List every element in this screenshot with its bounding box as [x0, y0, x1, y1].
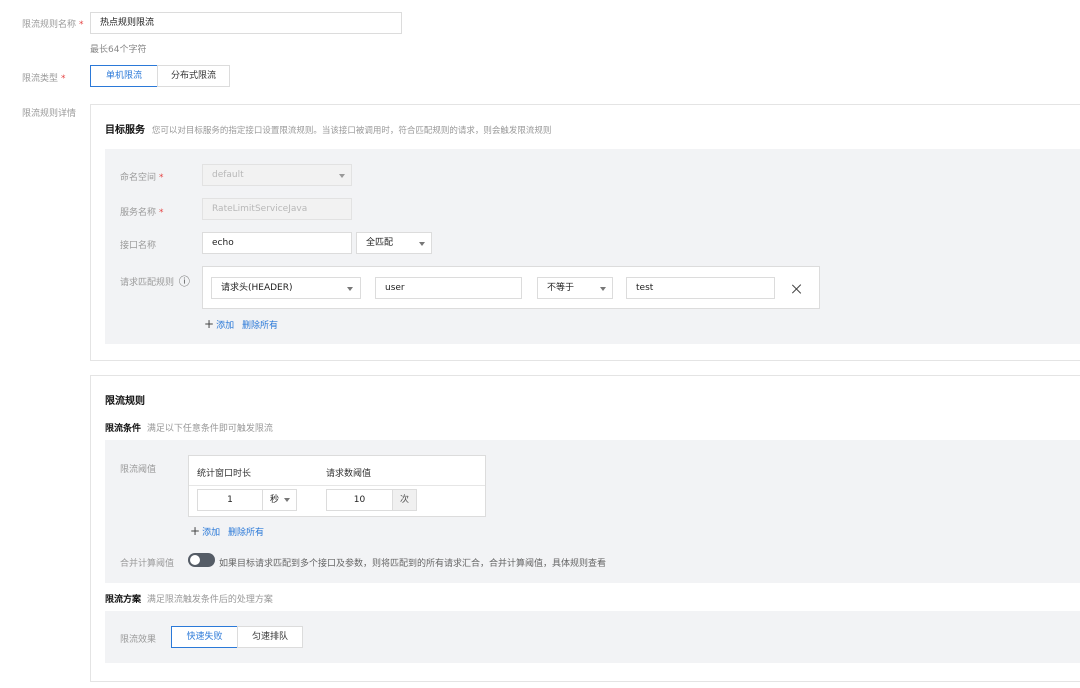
close-icon[interactable] — [792, 284, 802, 294]
limit-condition-title: 限流条件 — [105, 424, 142, 434]
required-mark: * — [159, 208, 164, 218]
count-value-input[interactable]: 10 — [326, 489, 393, 511]
delete-all-thresholds-link[interactable]: 删除所有 — [228, 528, 264, 538]
limit-plan-header: 限流方案 满足限流触发条件后的处理方案 — [105, 592, 273, 605]
match-key-input[interactable]: user — [375, 277, 522, 299]
threshold-label: 限流阈值 — [120, 465, 157, 475]
info-icon[interactable]: ⓘ — [179, 275, 190, 288]
plus-icon: + — [190, 524, 201, 538]
threshold-actions: + 添加 删除所有 — [190, 524, 264, 538]
col-window-header: 统计窗口时长 — [197, 469, 252, 479]
delete-all-match-rules-link[interactable]: 删除所有 — [242, 321, 278, 331]
add-threshold-link[interactable]: + 添加 — [190, 524, 220, 538]
type-distributed-button[interactable]: 分布式限流 — [157, 65, 230, 87]
limit-plan-title: 限流方案 — [105, 595, 142, 605]
rule-name-hint: 最长64个字符 — [90, 45, 147, 55]
required-mark: * — [79, 20, 84, 30]
interface-name-label: 接口名称 — [120, 241, 157, 251]
merge-threshold-toggle[interactable] — [188, 553, 215, 567]
limit-condition-header: 限流条件 满足以下任意条件即可触发限流 — [105, 421, 273, 434]
chevron-down-icon — [419, 242, 425, 246]
target-service-title: 目标服务 — [105, 125, 145, 136]
effect-fail-fast-button[interactable]: 快速失败 — [171, 626, 238, 648]
match-type-select[interactable]: 请求头(HEADER) — [211, 277, 361, 299]
service-name-input[interactable]: RateLimitServiceJava — [202, 198, 352, 220]
rule-detail-label: 限流规则详情 — [22, 109, 77, 119]
limit-type-label: 限流类型 * — [22, 74, 66, 84]
chevron-down-icon — [600, 287, 606, 291]
limit-plan-desc: 满足限流触发条件后的处理方案 — [146, 595, 273, 605]
add-match-rule-link[interactable]: + 添加 — [204, 317, 234, 331]
merge-threshold-desc: 如果目标请求匹配到多个接口及参数，则将匹配到的所有请求汇合，合并计算阈值，具体规… — [219, 559, 607, 569]
match-rule-label: 请求匹配规则 ⓘ — [120, 275, 190, 288]
plus-icon: + — [204, 317, 215, 331]
target-service-header: 目标服务 您可以对目标服务的指定接口设置限流规则。当该接口被调用时，符合匹配规则… — [105, 121, 551, 136]
limit-rule-title: 限流规则 — [105, 396, 145, 407]
threshold-table-divider — [189, 485, 485, 486]
window-unit-select[interactable]: 秒 — [262, 489, 297, 511]
type-standalone-button[interactable]: 单机限流 — [90, 65, 158, 87]
match-rule-actions: + 添加 删除所有 — [204, 317, 278, 331]
interface-name-input[interactable]: echo — [202, 232, 352, 254]
rule-name-label: 限流规则名称 * — [22, 20, 84, 30]
chevron-down-icon — [339, 174, 345, 178]
match-value-input[interactable]: test — [626, 277, 775, 299]
toggle-knob — [190, 555, 200, 565]
chevron-down-icon — [347, 287, 353, 291]
col-count-header: 请求数阈值 — [326, 469, 372, 479]
required-mark: * — [159, 173, 164, 183]
namespace-select[interactable]: default — [202, 164, 352, 186]
service-name-label: 服务名称 * — [120, 208, 164, 218]
limit-condition-desc: 满足以下任意条件即可触发限流 — [146, 424, 273, 434]
chevron-down-icon — [284, 498, 290, 502]
rule-name-input[interactable]: 热点规则限流 — [90, 12, 402, 34]
count-unit-addon: 次 — [392, 489, 417, 511]
target-service-desc: 您可以对目标服务的指定接口设置限流规则。当该接口被调用时，符合匹配规则的请求，则… — [151, 126, 552, 136]
limit-effect-label: 限流效果 — [120, 635, 157, 645]
effect-queue-button[interactable]: 匀速排队 — [237, 626, 303, 648]
namespace-label: 命名空间 * — [120, 173, 164, 183]
merge-threshold-label: 合并计算阈值 — [120, 559, 175, 569]
window-value-input[interactable]: 1 — [197, 489, 263, 511]
required-mark: * — [61, 74, 66, 84]
